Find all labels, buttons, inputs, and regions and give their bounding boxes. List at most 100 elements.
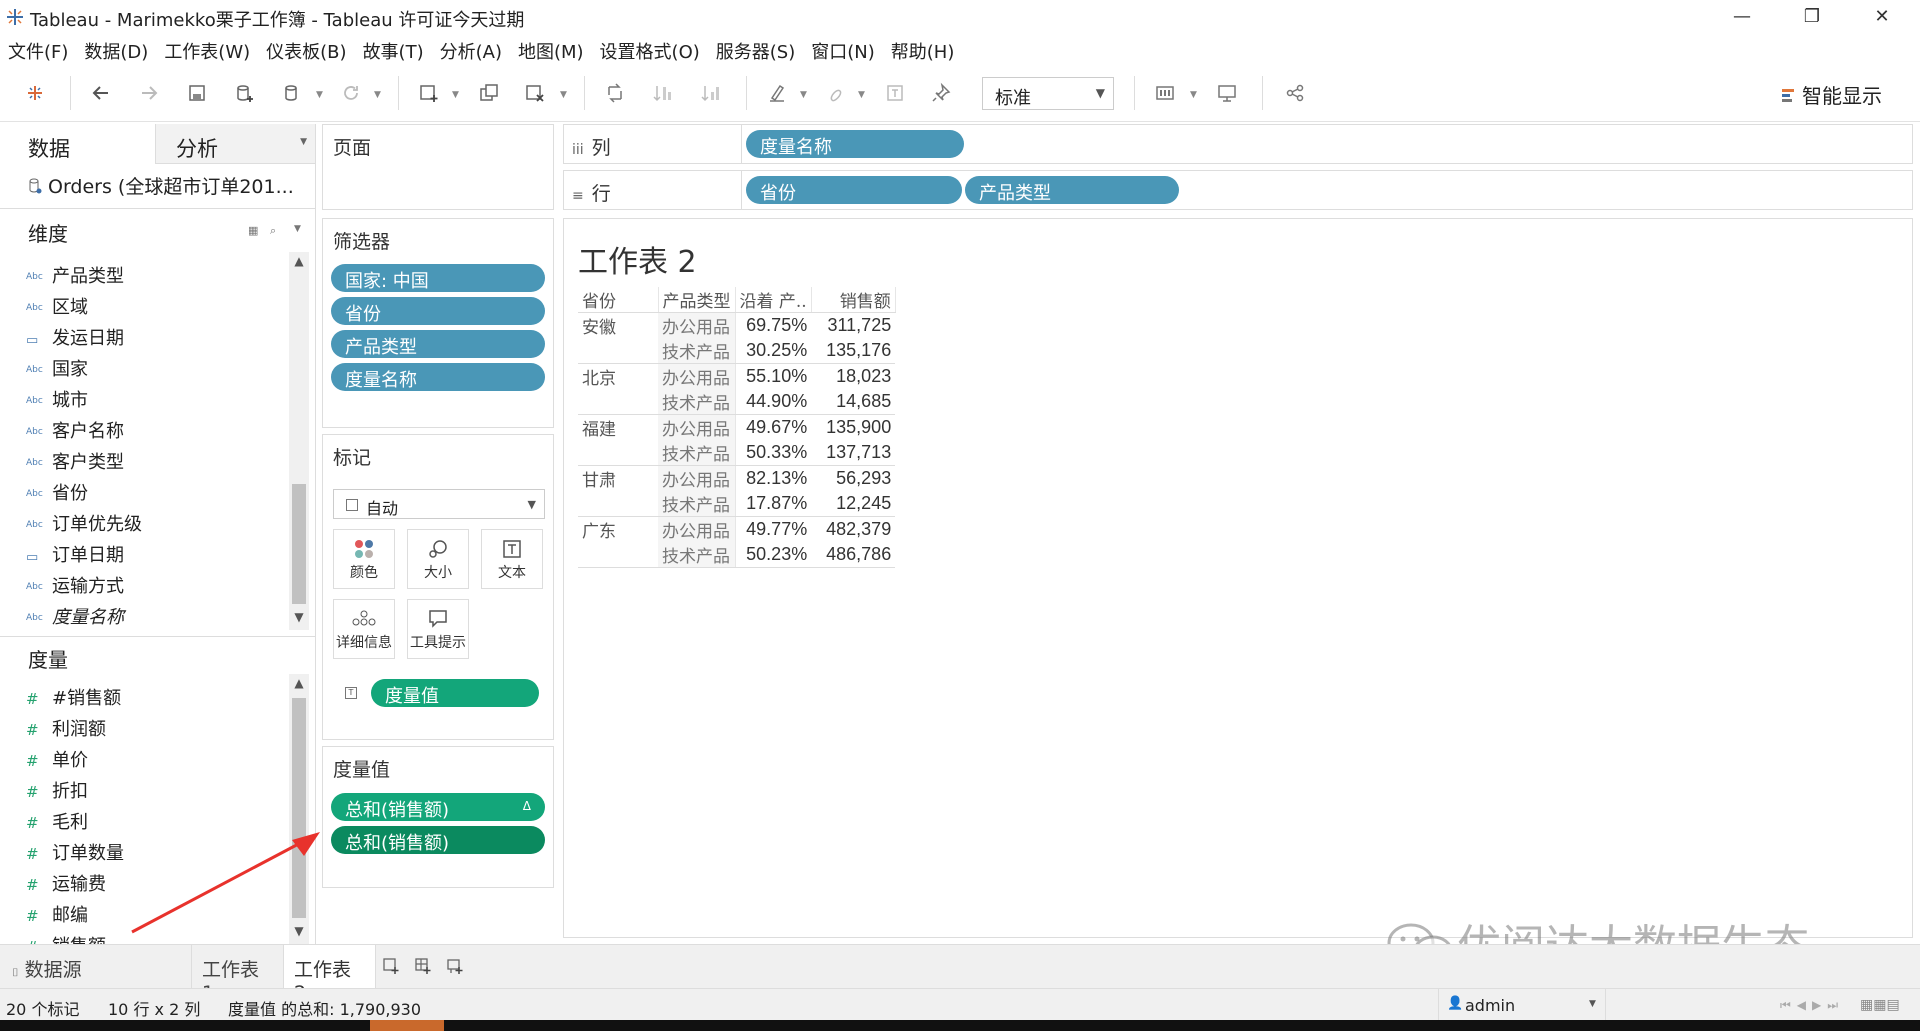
sort-ascending-icon[interactable]: [652, 82, 674, 104]
duplicate-icon[interactable]: [478, 82, 500, 104]
user-menu[interactable]: 👤 admin ▼: [1438, 989, 1606, 1021]
measure-field[interactable]: # #销售额: [26, 684, 286, 715]
chevron-down-icon[interactable]: ▼: [800, 90, 807, 100]
menu-file[interactable]: 文件(F): [0, 34, 76, 64]
menu-server[interactable]: 服务器(S): [708, 34, 803, 64]
percent-cell[interactable]: 49.77%: [735, 517, 811, 543]
close-button[interactable]: ✕: [1852, 0, 1912, 34]
sales-cell[interactable]: 18,023: [811, 364, 895, 390]
table-row[interactable]: 北京 办公用品 55.10% 18,023: [578, 363, 895, 415]
new-worksheet-icon[interactable]: [418, 82, 440, 104]
sales-cell[interactable]: 56,293: [811, 466, 895, 492]
percent-cell[interactable]: 69.75%: [735, 313, 811, 339]
header-sales[interactable]: 销售额: [811, 287, 896, 313]
back-icon[interactable]: [90, 82, 112, 104]
sales-cell[interactable]: 135,900: [811, 415, 895, 441]
chevron-down-icon[interactable]: ▼: [560, 90, 567, 100]
tooltip-button[interactable]: 工具提示: [407, 599, 469, 659]
tab-data[interactable]: 数据: [0, 124, 155, 164]
menu-map[interactable]: 地图(M): [510, 34, 592, 64]
text-button[interactable]: 文本: [481, 529, 543, 589]
crosstab[interactable]: 省份 产品类型 沿着 产.. 销售额 安徽 办公用品 69.75% 311,725 技术…: [578, 287, 896, 568]
province-cell[interactable]: 甘肃: [578, 465, 658, 517]
measure-values-shelf[interactable]: 度量值 总和(销售额) Δ 总和(销售额): [322, 746, 554, 888]
highlight-icon[interactable]: [766, 82, 788, 104]
filter-pill-measure-names[interactable]: 度量名称: [331, 363, 545, 391]
share-icon[interactable]: [1284, 82, 1306, 104]
table-row[interactable]: 福建 办公用品 49.67% 135,900: [578, 414, 895, 466]
worksheet-view[interactable]: 工作表 2 省份 产品类型 沿着 产.. 销售额 安徽 办公用品 69.75% 311…: [563, 218, 1913, 938]
search-icon[interactable]: ⌕: [270, 224, 276, 238]
dimension-field[interactable]: Abc 城市: [26, 386, 286, 417]
sort-descending-icon[interactable]: [700, 82, 722, 104]
table-row[interactable]: 甘肃 办公用品 82.13% 56,293: [578, 465, 895, 517]
show-labels-icon[interactable]: [884, 82, 906, 104]
detail-button[interactable]: 详细信息: [333, 599, 395, 659]
product-type-cell[interactable]: 办公用品: [658, 465, 736, 491]
product-type-cell[interactable]: 办公用品: [658, 414, 736, 440]
menu-dashboard[interactable]: 仪表板(B): [258, 34, 354, 64]
dimension-field[interactable]: Abc 度量名称: [26, 603, 286, 634]
menu-analysis[interactable]: 分析(A): [432, 34, 510, 64]
chevron-down-icon[interactable]: ▼: [316, 90, 323, 100]
province-cell[interactable]: 福建: [578, 414, 658, 466]
filter-pill-country[interactable]: 国家: 中国: [331, 264, 545, 292]
chevron-down-icon[interactable]: ▼: [300, 137, 307, 147]
table-row[interactable]: 安徽 办公用品 69.75% 311,725: [578, 312, 895, 364]
pages-shelf[interactable]: 页面: [322, 124, 554, 210]
menu-worksheet[interactable]: 工作表(W): [156, 34, 258, 64]
scroll-up-icon[interactable]: ▲: [289, 254, 309, 268]
fix-axes-icon[interactable]: [930, 82, 952, 104]
new-datasource-icon[interactable]: [234, 82, 256, 104]
forward-icon[interactable]: [138, 82, 160, 104]
marks-pill-measure-values[interactable]: 度量值: [371, 679, 539, 707]
fit-select[interactable]: 标准 ▼: [982, 77, 1114, 110]
sales-cell[interactable]: 137,713: [811, 440, 896, 466]
size-button[interactable]: 大小: [407, 529, 469, 589]
product-type-cell[interactable]: 技术产品: [658, 440, 736, 466]
percent-cell[interactable]: 82.13%: [735, 466, 811, 492]
product-type-cell[interactable]: 技术产品: [658, 389, 736, 415]
columns-pill-measure-names[interactable]: 度量名称: [746, 130, 964, 158]
percent-cell[interactable]: 30.25%: [735, 338, 812, 364]
chevron-down-icon[interactable]: ▼: [1190, 90, 1197, 100]
scroll-up-icon[interactable]: ▲: [289, 676, 309, 690]
show-me-button[interactable]: 智能显示: [1782, 80, 1882, 109]
tab-sheet-1[interactable]: 工作表 1: [192, 945, 284, 1004]
percent-cell[interactable]: 17.87%: [735, 491, 812, 517]
chevron-down-icon[interactable]: ▼: [858, 90, 865, 100]
tab-datasource[interactable]: ⌷ 数据源: [0, 945, 192, 989]
chevron-down-icon[interactable]: ▼: [294, 224, 301, 234]
tab-sheet-2[interactable]: 工作表 2: [284, 945, 376, 1004]
measure-value-pill-1[interactable]: 总和(销售额) Δ: [331, 793, 545, 821]
new-worksheet-icon[interactable]: [382, 957, 400, 975]
dimension-field[interactable]: Abc 订单优先级: [26, 510, 286, 541]
province-cell[interactable]: 北京: [578, 363, 658, 415]
dimension-field[interactable]: Abc 产品类型: [26, 262, 286, 293]
product-type-cell[interactable]: 技术产品: [658, 542, 736, 568]
filter-pill-product-type[interactable]: 产品类型: [331, 330, 545, 358]
show-cards-icon[interactable]: [1154, 82, 1176, 104]
color-button[interactable]: 颜色: [333, 529, 395, 589]
clear-sheet-icon[interactable]: [524, 82, 546, 104]
table-row[interactable]: 广东 办公用品 49.77% 482,379: [578, 516, 895, 568]
dimension-field[interactable]: Abc 客户类型: [26, 448, 286, 479]
tableau-start-icon[interactable]: [24, 82, 46, 104]
dimension-field[interactable]: Abc 区域: [26, 293, 286, 324]
product-type-cell[interactable]: 技术产品: [658, 338, 736, 364]
swap-rows-columns-icon[interactable]: [604, 82, 626, 104]
chevron-down-icon[interactable]: ▼: [452, 90, 459, 100]
product-type-cell[interactable]: 办公用品: [658, 516, 736, 542]
product-type-cell[interactable]: 办公用品: [658, 312, 736, 338]
rows-shelf[interactable]: ≡ 行 省份 产品类型: [563, 170, 1913, 210]
filter-pill-province[interactable]: 省份: [331, 297, 545, 325]
product-type-cell[interactable]: 技术产品: [658, 491, 736, 517]
menu-help[interactable]: 帮助(H): [883, 34, 963, 64]
new-story-icon[interactable]: [446, 957, 464, 975]
sales-cell[interactable]: 482,379: [811, 517, 895, 543]
minimize-button[interactable]: —: [1712, 0, 1772, 34]
data-source-item[interactable]: Orders (全球超市订单201...: [28, 172, 294, 199]
mark-type-select[interactable]: 自动 ▼: [333, 489, 545, 519]
sales-cell[interactable]: 486,786: [811, 542, 896, 568]
presentation-mode-icon[interactable]: [1216, 82, 1238, 104]
